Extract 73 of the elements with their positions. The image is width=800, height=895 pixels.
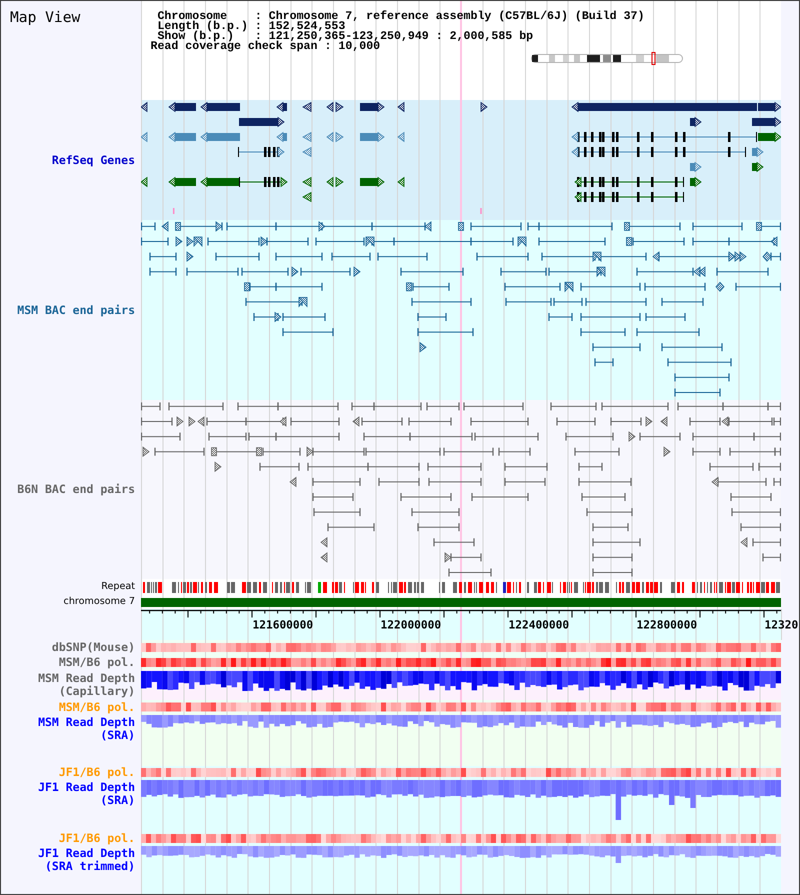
gene-feature xyxy=(141,102,148,112)
info-separator: : xyxy=(254,32,262,42)
gene-feature xyxy=(397,102,404,112)
info-value: Chromosome 7, reference assembly (C57BL/6J) (Build 37) xyxy=(268,12,644,22)
gene-feature xyxy=(302,176,312,188)
panel-title: Map View xyxy=(10,10,80,26)
axis-label: 122800000 xyxy=(636,618,698,632)
gene-feature xyxy=(336,102,344,112)
gene-feature xyxy=(302,132,312,142)
gene-feature xyxy=(168,132,196,142)
axis-label: 122000000 xyxy=(380,618,442,632)
info-label: Length (b.p.) xyxy=(157,22,248,32)
track-label: JF1/B6 pol. xyxy=(58,832,135,845)
gene-feature xyxy=(168,102,196,112)
track-label: Repeat xyxy=(101,581,135,593)
gene-feature xyxy=(168,176,196,188)
gene-feature xyxy=(141,176,148,188)
gene-feature xyxy=(752,162,764,172)
gene-feature xyxy=(397,176,404,188)
gene-feature xyxy=(752,146,764,158)
info-separator: : xyxy=(254,22,262,32)
gene-feature xyxy=(141,132,148,142)
gene-feature xyxy=(200,176,240,188)
axis-label: 122400000 xyxy=(508,618,570,632)
gene-feature xyxy=(326,132,334,142)
gene-feature xyxy=(276,132,287,142)
gene-feature xyxy=(690,176,702,188)
chromosome-ideogram-icon xyxy=(531,52,684,65)
gene-feature xyxy=(326,176,334,188)
gene-feature xyxy=(360,132,385,142)
gene-feature xyxy=(336,132,344,142)
gene-feature xyxy=(752,116,781,128)
gene-feature xyxy=(302,102,312,112)
info-value: 121,250,365-123,250,949 : 2,000,585 bp xyxy=(268,32,534,42)
axis-label: 121600000 xyxy=(252,618,314,632)
info-value: 10,000 xyxy=(338,42,380,52)
gene-feature xyxy=(238,146,285,158)
gene-feature xyxy=(326,102,334,112)
gene-feature xyxy=(397,132,404,142)
track-label: MSM Read Depth (Capillary) xyxy=(37,672,135,698)
track-label: JF1 Read Depth (SRA trimmed) xyxy=(37,847,135,873)
track-label: MSM Read Depth (SRA) xyxy=(37,716,135,742)
gene-feature xyxy=(360,176,385,188)
gene-feature xyxy=(276,102,287,112)
track-label: MSM BAC end pairs xyxy=(17,304,135,316)
track-label: MSM/B6 pol. xyxy=(58,700,135,714)
feature-tick-icon xyxy=(480,208,482,214)
track-label: B6N BAC end pairs xyxy=(17,483,135,496)
gene-feature xyxy=(200,132,240,142)
info-value: 152,524,553 xyxy=(268,22,346,32)
track-label: JF1/B6 pol. xyxy=(58,766,135,779)
gene-feature xyxy=(360,102,385,112)
gene-feature xyxy=(302,192,312,202)
axis-label: 12320 xyxy=(764,618,798,632)
info-separator: : xyxy=(324,42,332,52)
track-label: dbSNP(Mouse) xyxy=(52,641,135,654)
track-label: RefSeq Genes xyxy=(52,154,135,166)
gene-feature xyxy=(239,176,288,188)
track-label: MSM/B6 pol. xyxy=(58,656,135,669)
gene-feature xyxy=(302,146,312,158)
gene-feature xyxy=(480,102,488,112)
track-label: chromosome 7 xyxy=(64,596,135,608)
info-label: Chromosome xyxy=(157,12,228,22)
gene-feature xyxy=(336,176,344,188)
gene-feature xyxy=(239,116,285,128)
info-label: Show (b.p.) xyxy=(157,32,234,42)
feature-tick-icon xyxy=(172,208,174,214)
info-label: Read coverage check span xyxy=(150,42,318,52)
gene-feature xyxy=(690,116,702,128)
track-label: JF1 Read Depth (SRA) xyxy=(37,781,135,807)
gene-feature xyxy=(690,162,702,172)
gene-feature xyxy=(200,102,240,112)
info-separator: : xyxy=(254,12,262,22)
